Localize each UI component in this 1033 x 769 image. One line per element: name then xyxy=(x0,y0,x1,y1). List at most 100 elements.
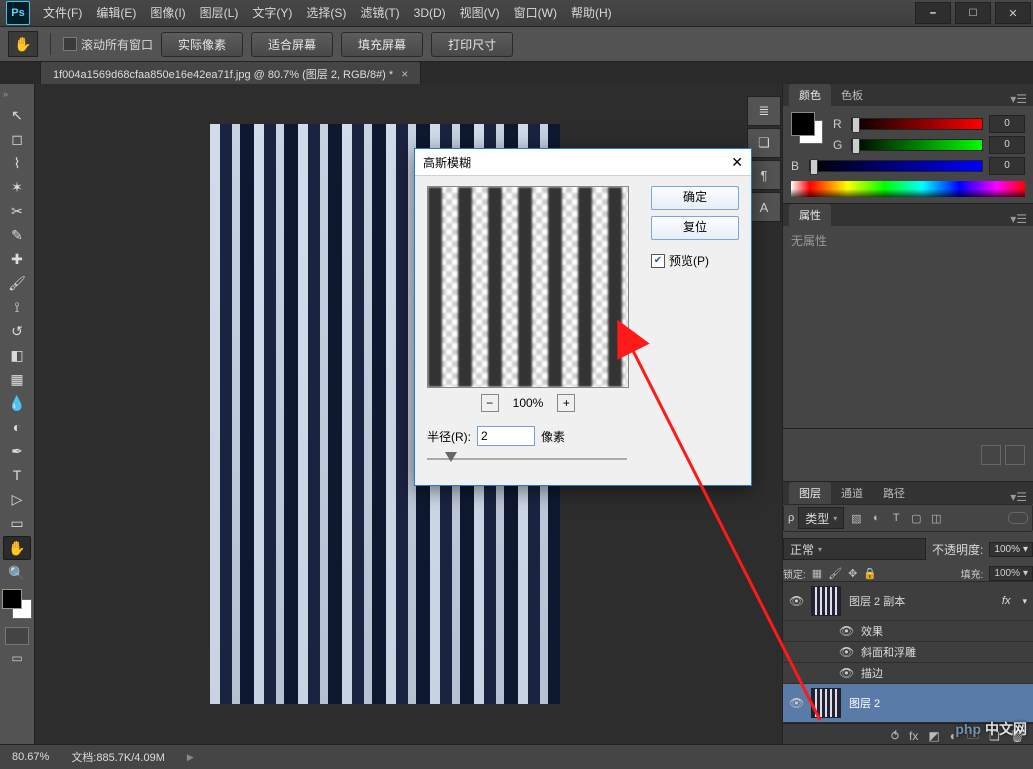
layer-row[interactable]: 👁 图层 2 xyxy=(783,684,1033,723)
tab-paths[interactable]: 路径 xyxy=(873,482,915,504)
r-slider[interactable] xyxy=(851,118,983,130)
menu-image[interactable]: 图像(I) xyxy=(143,0,192,26)
menu-type[interactable]: 文字(Y) xyxy=(245,0,299,26)
tab-properties[interactable]: 属性 xyxy=(789,204,831,226)
path-select-tool[interactable]: ▷ xyxy=(4,488,30,510)
menu-file[interactable]: 文件(F) xyxy=(36,0,89,26)
blend-mode-dropdown[interactable]: 正常▾ xyxy=(783,538,926,560)
scroll-all-windows-checkbox[interactable]: 滚动所有窗口 xyxy=(63,36,153,53)
stamp-tool[interactable]: ⟟ xyxy=(4,296,30,318)
filter-pixel-icon[interactable]: ▧ xyxy=(848,510,864,526)
filter-smart-icon[interactable]: ◫ xyxy=(928,510,944,526)
lock-pixels-icon[interactable]: 🖌 xyxy=(828,567,842,580)
print-size-button[interactable]: 打印尺寸 xyxy=(431,32,513,57)
collapsed-panel-icon-4[interactable]: A xyxy=(747,192,781,222)
window-maximize-button[interactable] xyxy=(955,2,991,24)
current-tool-icon[interactable]: ✋ xyxy=(8,31,38,57)
mini-trash-icon[interactable] xyxy=(1005,445,1025,465)
fx-effects-label[interactable]: 👁效果 xyxy=(783,621,1033,642)
lock-position-icon[interactable]: ✥ xyxy=(848,567,857,580)
quick-select-tool[interactable]: ✶ xyxy=(4,176,30,198)
fx-item-bevel[interactable]: 👁斜面和浮雕 xyxy=(783,642,1033,663)
move-tool[interactable]: ↖ xyxy=(4,104,30,126)
actual-pixels-button[interactable]: 实际像素 xyxy=(161,32,243,57)
zoom-out-button[interactable]: − xyxy=(481,394,499,412)
pen-tool[interactable]: ✒ xyxy=(4,440,30,462)
fx-expand-icon[interactable]: ▾ xyxy=(1022,596,1027,607)
zoom-level[interactable]: 80.67% xyxy=(12,751,49,763)
lock-transparency-icon[interactable]: ▦ xyxy=(812,567,822,580)
filter-adjust-icon[interactable]: ◐ xyxy=(868,510,884,526)
menu-layer[interactable]: 图层(L) xyxy=(193,0,246,26)
reset-button[interactable]: 复位 xyxy=(651,216,739,240)
shape-tool[interactable]: ▭ xyxy=(4,512,30,534)
layer-name[interactable]: 图层 2 副本 xyxy=(849,593,994,609)
menu-edit[interactable]: 编辑(E) xyxy=(89,0,143,26)
radius-slider[interactable] xyxy=(427,450,627,468)
fill-screen-button[interactable]: 填充屏幕 xyxy=(341,32,423,57)
r-value[interactable]: 0 xyxy=(989,115,1025,133)
history-brush-tool[interactable]: ↺ xyxy=(4,320,30,342)
layer-fx-icon[interactable]: fx xyxy=(909,729,918,743)
layer-name[interactable]: 图层 2 xyxy=(849,695,1027,711)
document-info[interactable]: 文档:885.7K/4.09M xyxy=(71,749,165,765)
window-close-button[interactable] xyxy=(995,2,1031,24)
zoom-in-button[interactable]: + xyxy=(557,394,575,412)
lasso-tool[interactable]: ⌇ xyxy=(4,152,30,174)
menu-help[interactable]: 帮助(H) xyxy=(564,0,619,26)
collapsed-panel-icon-1[interactable]: ≣ xyxy=(747,96,781,126)
tab-swatches[interactable]: 色板 xyxy=(831,84,873,106)
hand-tool[interactable]: ✋ xyxy=(3,536,31,560)
g-slider[interactable] xyxy=(851,139,983,151)
window-minimize-button[interactable] xyxy=(915,2,951,24)
menu-3d[interactable]: 3D(D) xyxy=(407,0,453,26)
filter-toggle[interactable] xyxy=(1008,512,1028,524)
layer-kind-dropdown[interactable]: 类型▾ xyxy=(798,507,844,529)
dialog-close-icon[interactable]: ✕ xyxy=(731,154,743,171)
menu-filter[interactable]: 滤镜(T) xyxy=(353,0,406,26)
marquee-tool[interactable]: ◻ xyxy=(4,128,30,150)
layer-row[interactable]: 👁 图层 2 副本 fx ▾ xyxy=(783,582,1033,621)
lock-all-icon[interactable]: 🔒 xyxy=(863,567,877,580)
b-value[interactable]: 0 xyxy=(989,157,1025,175)
fill-value[interactable]: 100%▾ xyxy=(989,566,1033,581)
close-document-icon[interactable]: × xyxy=(401,67,408,81)
filter-type-icon[interactable]: T xyxy=(888,510,904,526)
preview-checkbox[interactable]: ✔预览(P) xyxy=(651,252,709,269)
screen-mode-button[interactable]: ▭ xyxy=(11,651,22,665)
collapsed-panel-icon-2[interactable]: ❏ xyxy=(747,128,781,158)
filter-shape-icon[interactable]: ▢ xyxy=(908,510,924,526)
menu-select[interactable]: 选择(S) xyxy=(299,0,353,26)
layer-mask-icon[interactable]: ◩ xyxy=(928,729,939,743)
tab-channels[interactable]: 通道 xyxy=(831,482,873,504)
radius-input[interactable] xyxy=(477,426,535,446)
quick-mask-toggle[interactable] xyxy=(5,627,29,645)
menu-view[interactable]: 视图(V) xyxy=(453,0,507,26)
opacity-value[interactable]: 100%▾ xyxy=(989,542,1033,557)
fx-item-stroke[interactable]: 👁描边 xyxy=(783,663,1033,684)
blur-tool[interactable]: 💧 xyxy=(4,392,30,414)
fg-bg-color-swatch[interactable] xyxy=(791,112,823,144)
fit-screen-button[interactable]: 适合屏幕 xyxy=(251,32,333,57)
layer-thumbnail[interactable] xyxy=(811,586,841,616)
fx-badge[interactable]: fx xyxy=(1002,595,1011,607)
tab-layers[interactable]: 图层 xyxy=(789,482,831,504)
dodge-tool[interactable]: ◐ xyxy=(4,416,30,438)
toolbox-collapse-icon[interactable]: » xyxy=(3,89,17,99)
b-slider[interactable] xyxy=(809,160,983,172)
document-tab[interactable]: 1f004a1569d68cfaa850e16e42ea71f.jpg @ 80… xyxy=(40,61,421,86)
layer-thumbnail[interactable] xyxy=(811,688,841,718)
tab-color[interactable]: 颜色 xyxy=(789,84,831,106)
link-layers-icon[interactable]: ⥀ xyxy=(891,729,899,743)
preview-box[interactable] xyxy=(427,186,629,388)
zoom-tool[interactable]: 🔍 xyxy=(4,562,30,584)
spectrum-ramp[interactable] xyxy=(791,181,1025,197)
ok-button[interactable]: 确定 xyxy=(651,186,739,210)
menu-window[interactable]: 窗口(W) xyxy=(507,0,564,26)
properties-panel-menu-icon[interactable]: ▾☰ xyxy=(1004,212,1033,226)
visibility-icon[interactable]: 👁 xyxy=(789,696,803,710)
collapsed-panel-icon-3[interactable]: ¶ xyxy=(747,160,781,190)
type-tool[interactable]: T xyxy=(4,464,30,486)
gradient-tool[interactable]: ▦ xyxy=(4,368,30,390)
g-value[interactable]: 0 xyxy=(989,136,1025,154)
